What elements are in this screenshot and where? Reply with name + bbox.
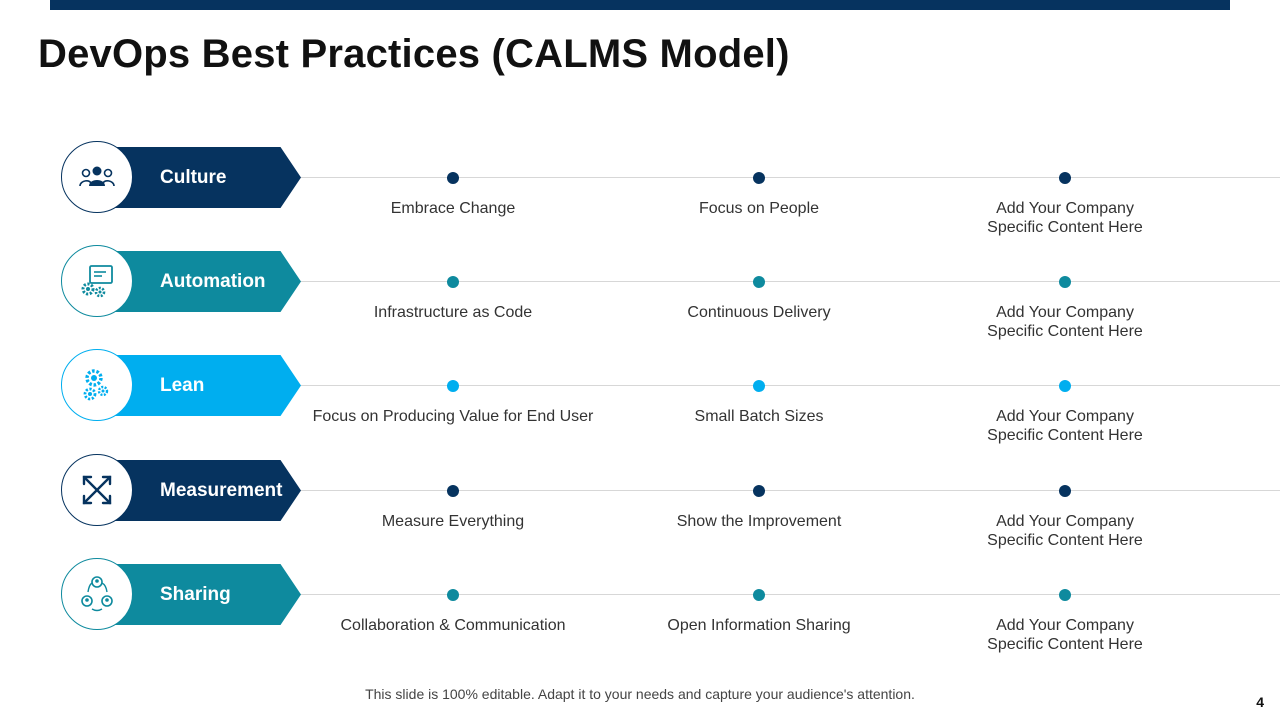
practice-text: Continuous Delivery xyxy=(687,304,831,321)
calms-row-lean: Lean Focus on Producing Value for End Us… xyxy=(0,349,1280,453)
timeline-dot xyxy=(447,380,459,392)
top-accent-bar xyxy=(50,0,1230,10)
sharing-people-icon xyxy=(81,576,113,612)
footer-note: This slide is 100% editable. Adapt it to… xyxy=(365,686,915,702)
category-icon-circle xyxy=(61,349,133,421)
category-icon-circle xyxy=(61,558,133,630)
category-icon-circle xyxy=(61,454,133,526)
calms-row-measurement: Measurement Measure Everything Show the I… xyxy=(0,454,1280,558)
timeline-dot xyxy=(447,589,459,601)
practice-text: Add Your Company Specific Content Here xyxy=(987,513,1143,549)
slide-title: DevOps Best Practices (CALMS Model) xyxy=(38,32,790,76)
practice-text: Add Your Company Specific Content Here xyxy=(987,304,1143,340)
practice-text: Embrace Change xyxy=(390,200,516,217)
timeline-dot xyxy=(753,485,765,497)
calms-row-automation: Automation Infrastructure as Code Continu… xyxy=(0,245,1280,349)
practice-text: Add Your Company Specific Content Here xyxy=(987,617,1143,653)
timeline-dot xyxy=(1059,276,1071,288)
timeline-dot xyxy=(753,589,765,601)
practice-text: Focus on Producing Value for End User xyxy=(312,408,594,425)
category-label: Sharing xyxy=(160,584,231,605)
category-icon-circle xyxy=(61,141,133,213)
expand-arrows-icon xyxy=(82,475,112,505)
practice-text: Add Your Company Specific Content Here xyxy=(987,200,1143,236)
timeline-dot xyxy=(447,276,459,288)
calms-row-culture: Culture Embrace Change Focus on People Add… xyxy=(0,141,1280,245)
practice-text: Show the Improvement xyxy=(676,513,842,530)
practice-text: Open Information Sharing xyxy=(667,617,851,634)
practice-text: Add Your Company Specific Content Here xyxy=(987,408,1143,444)
category-label: Lean xyxy=(160,375,205,396)
practice-text: Focus on People xyxy=(698,200,820,217)
timeline-dot xyxy=(447,172,459,184)
practice-text: Collaboration & Communication xyxy=(340,617,566,634)
timeline-dot xyxy=(447,485,459,497)
category-icon-circle xyxy=(61,245,133,317)
timeline-dot xyxy=(753,172,765,184)
timeline-dot xyxy=(1059,589,1071,601)
lean-gears-icon xyxy=(83,369,109,401)
timeline-dot xyxy=(753,380,765,392)
people-icon xyxy=(79,166,115,187)
practice-text: Small Batch Sizes xyxy=(694,408,824,425)
timeline-dot xyxy=(1059,380,1071,392)
practice-text: Measure Everything xyxy=(381,513,525,530)
timeline-dot xyxy=(753,276,765,288)
automation-gear-monitor-icon xyxy=(81,265,113,298)
timeline-dot xyxy=(1059,485,1071,497)
category-label: Measurement xyxy=(160,480,283,501)
timeline-dot xyxy=(1059,172,1071,184)
category-label: Automation xyxy=(160,271,266,292)
page-number: 4 xyxy=(1256,694,1264,710)
calms-row-sharing: Sharing Collaboration & Communication Ope… xyxy=(0,558,1280,662)
practice-text: Infrastructure as Code xyxy=(373,304,533,321)
category-label: Culture xyxy=(160,167,227,188)
